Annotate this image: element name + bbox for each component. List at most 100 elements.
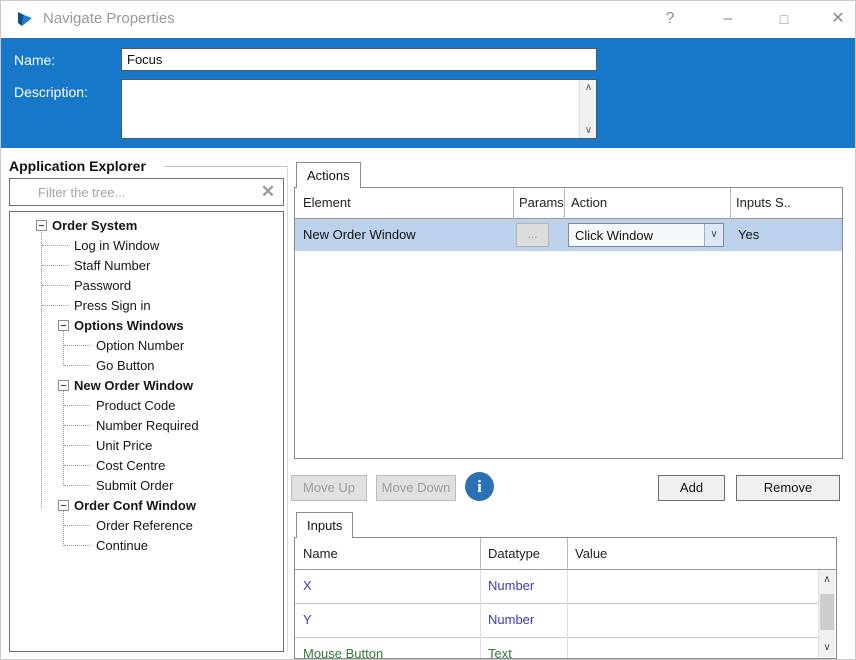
column-divider [480, 604, 481, 638]
application-explorer-title: Application Explorer [9, 158, 146, 174]
column-divider [567, 570, 568, 604]
column-divider [567, 638, 568, 658]
collapse-icon[interactable] [58, 320, 69, 331]
tree-connector-line [64, 445, 90, 446]
maximize-icon[interactable]: □ [769, 5, 799, 33]
tree-connector-line [64, 525, 90, 526]
column-divider [480, 570, 481, 604]
explorer-groupbox-line [287, 166, 288, 652]
description-scrollbar[interactable]: ∧ ∨ [579, 80, 596, 138]
navigate-properties-dialog: Navigate Properties ? – □ ✕ Name: Descri… [0, 0, 856, 660]
collapse-icon[interactable] [58, 500, 69, 511]
tree-node-press-sign-in[interactable]: Press Sign in [10, 296, 283, 316]
filter-input[interactable] [10, 179, 256, 205]
inputs-scrollbar[interactable]: ∧ ∨ [818, 570, 835, 657]
inputs-row-x[interactable]: X Number [295, 570, 818, 604]
column-divider [567, 604, 568, 638]
help-icon[interactable]: ? [655, 5, 685, 33]
remove-button[interactable]: Remove [736, 475, 840, 501]
tree-connector-line [64, 485, 90, 486]
window-title: Navigate Properties [43, 10, 175, 27]
column-header-element: Element [303, 195, 351, 210]
tree-node-product-code[interactable]: Product Code [10, 396, 283, 416]
column-header-action: Action [571, 195, 608, 210]
filter-box: ✕ [9, 178, 284, 206]
tree-node-number-required[interactable]: Number Required [10, 416, 283, 436]
name-field[interactable] [121, 48, 597, 71]
inputs-table-header: Name Datatype Value [295, 538, 836, 570]
tree-connector-line [42, 285, 68, 286]
scrollbar-thumb[interactable] [820, 594, 834, 630]
tree-node-option-number[interactable]: Option Number [10, 336, 283, 356]
tab-actions[interactable]: Actions [296, 162, 361, 188]
tree-node-go-button[interactable]: Go Button [10, 356, 283, 376]
column-header-params: Params [519, 195, 564, 210]
tree-node-new-order-window[interactable]: New Order Window [10, 376, 283, 396]
properties-header: Name: Description: ∧ ∨ [1, 38, 855, 148]
clear-filter-icon[interactable]: ✕ [257, 181, 279, 203]
input-name: X [303, 578, 312, 593]
tree-connector-line [64, 425, 90, 426]
info-icon[interactable]: i [465, 472, 494, 501]
input-datatype: Number [488, 578, 535, 593]
tree-node-staff-number[interactable]: Staff Number [10, 256, 283, 276]
actions-table: Element Params Action Inputs S.. New Ord… [294, 187, 843, 459]
tree-node-submit-order[interactable]: Submit Order [10, 476, 283, 496]
title-bar: Navigate Properties ? – □ ✕ [1, 1, 855, 38]
tree-node-unit-price[interactable]: Unit Price [10, 436, 283, 456]
column-header-value: Value [575, 546, 608, 561]
column-header-datatype: Datatype [488, 546, 541, 561]
input-name: Y [303, 612, 312, 627]
tree-node-cost-centre[interactable]: Cost Centre [10, 456, 283, 476]
add-button[interactable]: Add [658, 475, 725, 501]
params-button[interactable]: ... [516, 223, 549, 247]
tree-node-options-windows[interactable]: Options Windows [10, 316, 283, 336]
scroll-up-icon[interactable]: ∧ [819, 572, 835, 587]
action-dropdown-value: Click Window [575, 228, 654, 243]
tree-connector-line [42, 305, 68, 306]
tree-node-order-reference[interactable]: Order Reference [10, 516, 283, 536]
column-divider [480, 638, 481, 658]
inputs-row-mouse-button[interactable]: Mouse Button Text [295, 638, 818, 659]
cell-element: New Order Window [303, 227, 416, 242]
inputs-table: Name Datatype Value X Number Y Number Mo… [294, 537, 837, 659]
column-divider [567, 538, 568, 570]
chevron-down-icon[interactable]: ∨ [704, 224, 723, 246]
minimize-icon[interactable]: – [713, 5, 743, 33]
tree-connector-line [64, 365, 90, 366]
collapse-icon[interactable] [58, 380, 69, 391]
action-dropdown[interactable]: Click Window ∨ [568, 223, 724, 247]
application-explorer-tree: Order System Log in Window Staff Number … [9, 211, 284, 652]
actions-table-row-selected[interactable]: New Order Window ... Click Window ∨ Yes [295, 219, 842, 251]
column-header-inputs-set: Inputs S.. [736, 195, 791, 210]
tree-node-order-conf-window[interactable]: Order Conf Window [10, 496, 283, 516]
tree-node-log-in-window[interactable]: Log in Window [10, 236, 283, 256]
close-icon[interactable]: ✕ [823, 5, 853, 33]
explorer-groupbox-line [164, 166, 287, 167]
tree-node-order-system[interactable]: Order System [10, 216, 283, 236]
move-down-button[interactable]: Move Down [376, 475, 456, 501]
column-divider [564, 188, 565, 219]
tree-connector-line [42, 245, 68, 246]
column-divider [730, 188, 731, 219]
inputs-row-y[interactable]: Y Number [295, 604, 818, 638]
name-label: Name: [14, 52, 56, 68]
description-field[interactable] [122, 80, 578, 138]
scroll-down-icon[interactable]: ∨ [819, 640, 835, 655]
input-name: Mouse Button [303, 646, 384, 659]
actions-table-header: Element Params Action Inputs S.. [295, 188, 842, 219]
scroll-down-icon[interactable]: ∨ [580, 123, 597, 138]
column-divider [480, 538, 481, 570]
tree-node-continue[interactable]: Continue [10, 536, 283, 556]
scroll-up-icon[interactable]: ∧ [580, 80, 597, 95]
tab-inputs[interactable]: Inputs [296, 512, 354, 538]
column-divider [513, 188, 514, 219]
input-datatype: Number [488, 612, 535, 627]
tree-connector-line [64, 545, 90, 546]
move-up-button[interactable]: Move Up [291, 475, 367, 501]
tree-connector-line [64, 465, 90, 466]
description-label: Description: [14, 84, 88, 100]
tree-node-password[interactable]: Password [10, 276, 283, 296]
collapse-icon[interactable] [36, 220, 47, 231]
app-logo-icon [15, 9, 35, 29]
